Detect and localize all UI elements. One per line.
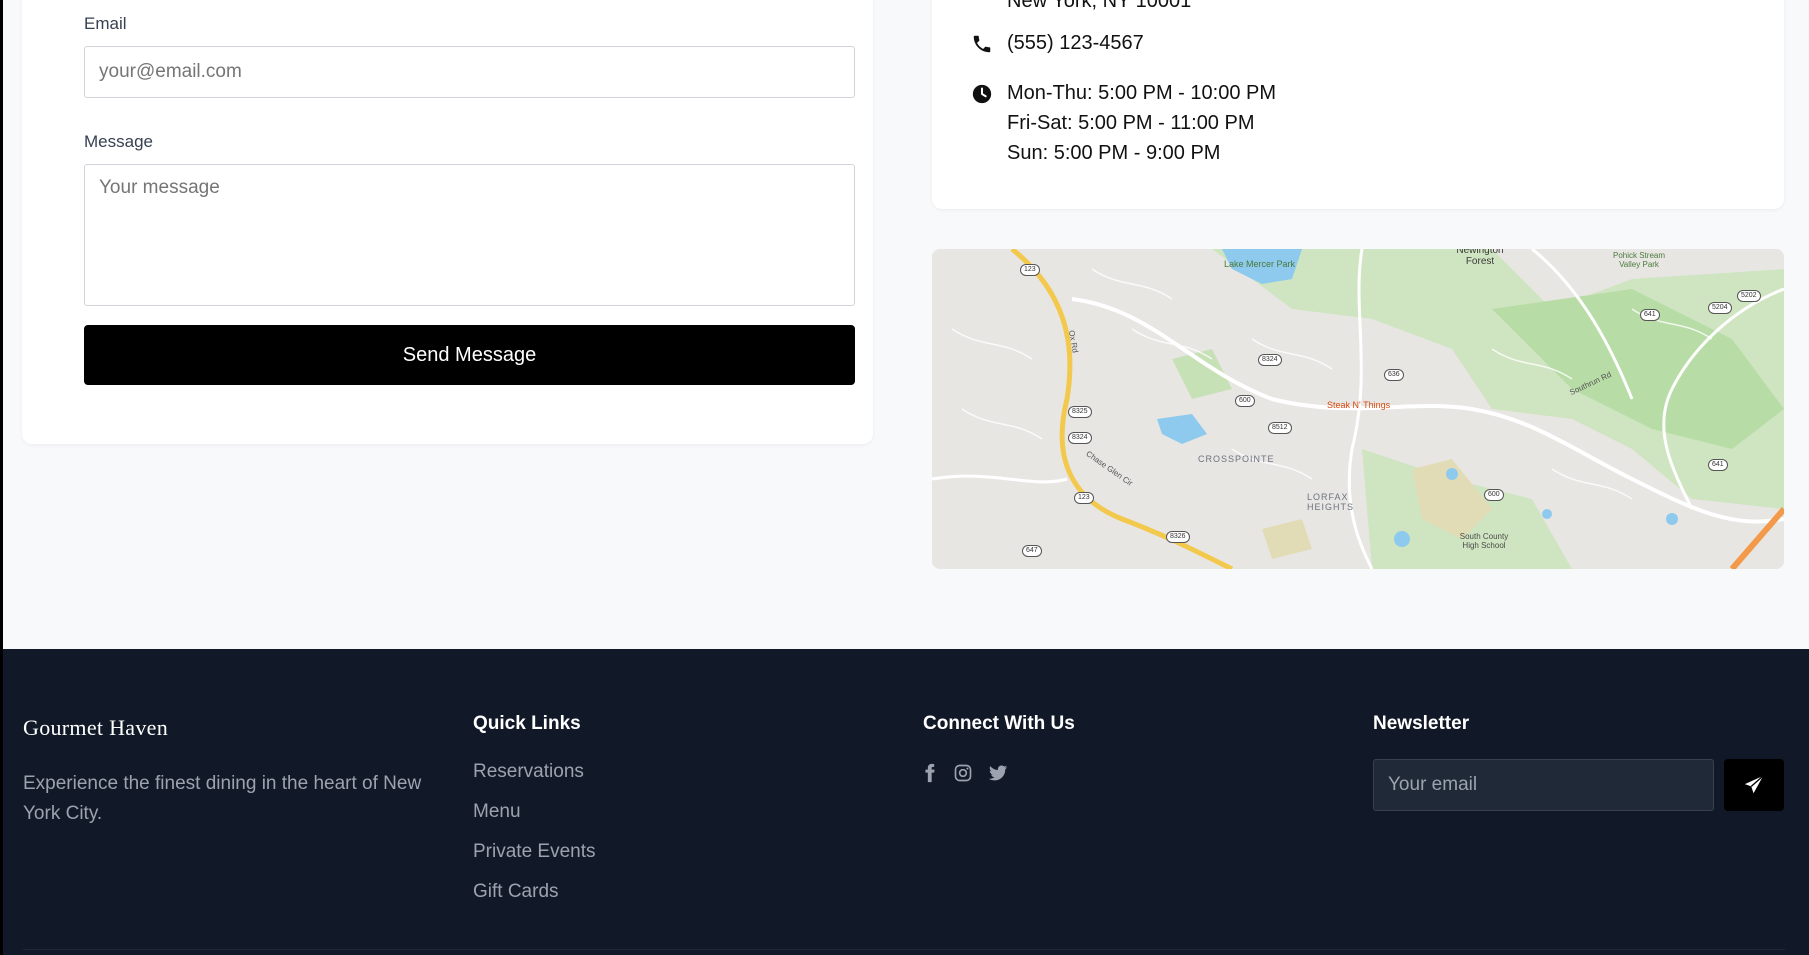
map-label-lake-mercer: Lake Mercer Park [1224,259,1296,269]
send-message-button[interactable]: Send Message [84,325,855,385]
footer-link-reservations[interactable]: Reservations [473,761,584,783]
clock-icon [972,84,992,104]
route-shield: 8324 [1258,354,1282,366]
connect-title: Connect With Us [923,713,1075,734]
message-field[interactable] [84,164,855,306]
footer-link-menu[interactable]: Menu [473,801,521,823]
instagram-icon[interactable] [953,763,973,783]
email-label: Email [84,14,127,33]
footer-divider [23,949,1785,950]
map-label-restaurant[interactable]: Steak N' Things [1327,400,1390,410]
footer-brand[interactable]: Gourmet Haven [23,715,168,741]
route-shield: 8512 [1268,422,1292,434]
route-shield: 123 [1020,264,1040,276]
address-text: New York, NY 10001 [1007,0,1192,12]
quick-links-title: Quick Links [473,713,581,734]
map-label-lorfax: LORFAX HEIGHTS [1307,492,1355,512]
footer-link-gift-cards[interactable]: Gift Cards [473,881,559,903]
site-footer: Gourmet Haven Experience the finest dini… [3,649,1809,955]
phone-icon [973,35,991,53]
newsletter-title: Newsletter [1373,713,1470,734]
newsletter-email-field[interactable]: Your email [1373,759,1714,811]
route-shield: 641 [1708,459,1728,471]
twitter-icon[interactable] [988,763,1008,783]
hours-sun: Sun: 5:00 PM - 9:00 PM [1007,142,1221,164]
phone-text: (555) 123-4567 [1007,32,1144,54]
route-shield: 5204 [1708,302,1732,314]
route-shield: 5202 [1737,290,1761,302]
hours-mon-thu: Mon-Thu: 5:00 PM - 10:00 PM [1007,82,1277,104]
route-shield: 8325 [1068,406,1092,418]
newsletter-submit-button[interactable] [1724,759,1784,811]
email-field[interactable] [84,46,855,98]
map-label-school: South County High School [1459,532,1509,550]
route-shield: 636 [1384,369,1404,381]
route-shield: 8324 [1068,432,1092,444]
hours-fri-sat: Fri-Sat: 5:00 PM - 11:00 PM [1007,112,1255,134]
route-shield: 647 [1022,545,1042,557]
map-label-newington: Newington Forest [1456,249,1504,267]
map-label-pohick: Pohick Stream Valley Park [1612,251,1666,269]
map-label-crosspointe: CROSSPOINTE [1198,454,1275,464]
route-shield: 8326 [1166,531,1190,543]
message-label: Message [84,132,153,151]
footer-tagline: Experience the finest dining in the hear… [23,773,422,824]
route-shield: 600 [1484,489,1504,501]
paper-plane-icon [1744,775,1764,794]
footer-link-private-events[interactable]: Private Events [473,841,596,863]
route-shield: 123 [1074,492,1094,504]
contact-form-card: Email Message Send Message [22,0,873,444]
route-shield: 641 [1640,309,1660,321]
route-shield: 600 [1235,395,1255,407]
location-map[interactable]: Lake Mercer Park Newington Forest Pohick… [932,249,1784,569]
facebook-icon[interactable] [920,763,940,783]
